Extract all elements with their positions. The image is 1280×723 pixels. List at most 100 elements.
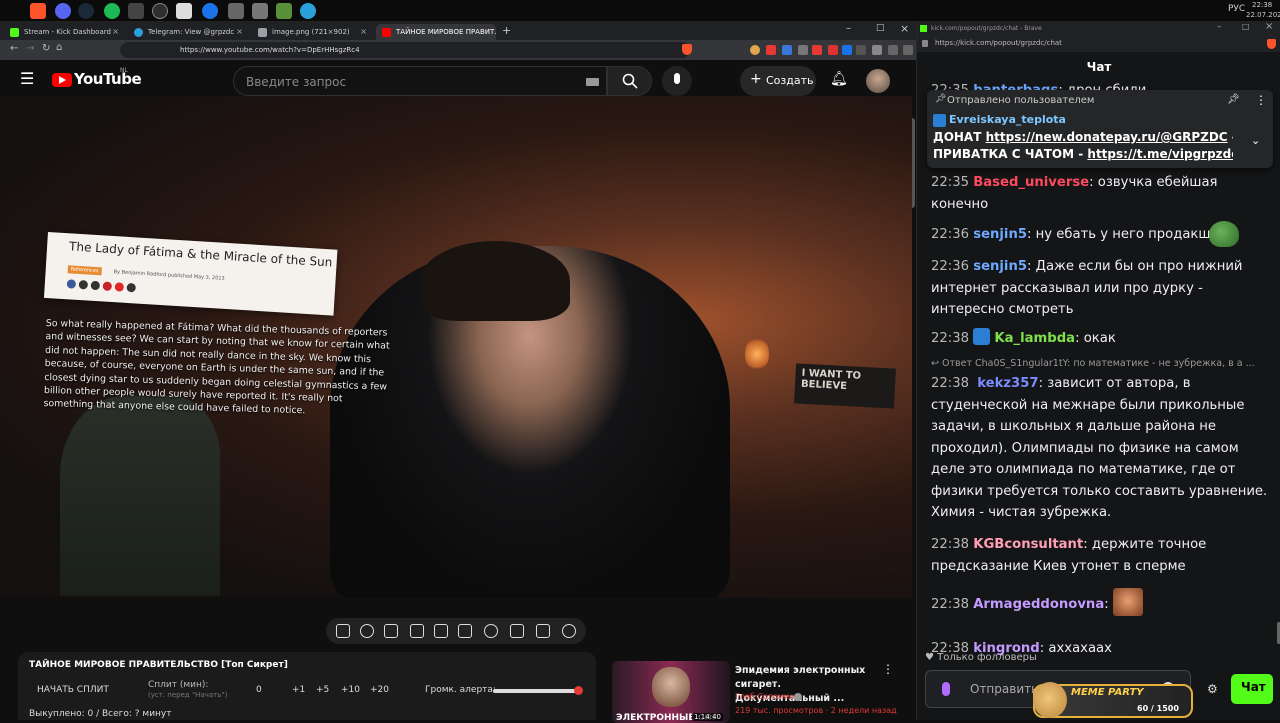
app-icon[interactable]	[276, 3, 292, 19]
more-options-icon[interactable]: ⋮	[882, 662, 894, 676]
tray-clock-date[interactable]: 22.07.2025	[1246, 11, 1280, 19]
video-thumbnail[interactable]: ЭЛЕКТРОННЫЕ СИГ 1:14:40	[612, 661, 730, 723]
loop-icon[interactable]	[336, 624, 350, 638]
donate-link[interactable]: https://new.donatepay.ru/@GRPZDC	[986, 130, 1228, 144]
tab-telegram[interactable]: Telegram: View @grpzdc ×	[128, 24, 248, 40]
extensions-puzzle-icon[interactable]	[872, 45, 882, 55]
app-icon[interactable]	[252, 3, 268, 19]
tab-kick-dashboard[interactable]: Stream - Kick Dashboard ×	[4, 24, 124, 40]
extension-icon[interactable]	[798, 45, 808, 55]
keyboard-icon[interactable]	[586, 78, 599, 86]
increment-10-button[interactable]: +10	[341, 685, 360, 695]
settings-gear-icon[interactable]: ⚙	[1207, 682, 1218, 696]
split-value[interactable]: 0	[256, 685, 262, 695]
pip-icon[interactable]	[510, 624, 524, 638]
chevron-down-icon[interactable]: ⌄	[1251, 134, 1260, 147]
screenshot-camera-icon[interactable]	[536, 624, 550, 638]
message-username[interactable]: Armageddonovna	[973, 597, 1104, 612]
watch-icon[interactable]	[384, 624, 398, 638]
window-close-icon[interactable]: ×	[900, 22, 909, 35]
increment-5-button[interactable]: +5	[316, 685, 329, 695]
pinned-message[interactable]: 📌︎ Отправлено пользователем 📌︎ ⋮ Evreisk…	[927, 90, 1273, 168]
kick-url-bar[interactable]: https://kick.com/popout/grpzdc/chat	[917, 36, 1280, 52]
speed-icon[interactable]	[484, 624, 498, 638]
discord-icon[interactable]	[55, 3, 71, 19]
brave-shield-icon[interactable]	[1267, 39, 1276, 49]
subtitles-icon[interactable]	[458, 624, 472, 638]
extension-icon[interactable]	[842, 45, 852, 55]
maximize-icon[interactable]: □	[876, 23, 885, 33]
minimize-icon[interactable]: –	[846, 23, 851, 34]
menu-icon[interactable]	[903, 45, 913, 55]
wallet-icon[interactable]	[888, 45, 898, 55]
settings-gear-icon[interactable]	[562, 624, 576, 638]
microphone-icon[interactable]	[942, 682, 950, 696]
message-username[interactable]: Ka_lambda	[994, 331, 1075, 346]
increment-20-button[interactable]: +20	[370, 685, 389, 695]
telegram-link[interactable]: https://t.me/vipgrpzdc_b...	[1087, 147, 1233, 161]
close-icon[interactable]: ×	[360, 27, 367, 36]
close-icon[interactable]: ×	[484, 27, 491, 36]
pinned-username[interactable]: Evreiskaya_teplota	[949, 113, 1066, 126]
minimize-icon[interactable]: –	[1217, 22, 1222, 32]
extension-icon[interactable]	[812, 45, 822, 55]
create-button[interactable]: + Создать	[740, 66, 816, 96]
brave-icon[interactable]	[30, 3, 46, 19]
channel-name[interactable]: Глеб Соломин	[735, 692, 794, 701]
message-username[interactable]: senjin5	[973, 259, 1027, 274]
home-icon[interactable]: ⌂	[56, 42, 62, 53]
video-player[interactable]: I WANT TO BELIEVE The Lady of Fátima & t…	[0, 96, 912, 598]
close-icon[interactable]: ×	[112, 27, 119, 36]
hamburger-menu-icon[interactable]: ☰	[20, 69, 34, 88]
search-input[interactable]: Введите запрос	[233, 66, 607, 96]
message-username[interactable]: KGBconsultant	[973, 537, 1083, 552]
close-icon[interactable]: ×	[236, 27, 243, 36]
voice-search-button[interactable]	[662, 66, 692, 96]
reply-preview[interactable]: ↩ Ответ Cha0S_S1ngular1tY: по математике…	[931, 358, 1267, 369]
fullscreen-icon[interactable]	[434, 624, 448, 638]
tab-image[interactable]: image.png (721×902) ×	[252, 24, 372, 40]
extension-icon[interactable]	[782, 45, 792, 55]
url-input[interactable]: https://www.youtube.com/watch?v=DpErHHsg…	[120, 42, 690, 58]
tab-youtube-video[interactable]: ТАЙНОЕ МИРОВОЕ ПРАВИТ... ×	[376, 24, 496, 40]
new-tab-plus-icon[interactable]: +	[502, 24, 511, 37]
telegram-icon[interactable]	[300, 3, 316, 19]
recommended-video[interactable]: ЭЛЕКТРОННЫЕ СИГ 1:14:40 Эпидемия электро…	[612, 658, 912, 723]
followers-only-label: Только фолловеры	[937, 652, 1037, 663]
maximize-icon[interactable]: □	[1242, 22, 1250, 31]
broadcast-icon[interactable]	[360, 624, 374, 638]
forward-arrow-icon[interactable]: →	[26, 43, 34, 54]
meme-party-widget[interactable]: MEME PARTY 60 / 1500	[1033, 682, 1193, 718]
message-username[interactable]: Based_universe	[973, 175, 1089, 190]
extension-icon[interactable]	[766, 45, 776, 55]
tray-clock-time[interactable]: 22:38	[1252, 1, 1272, 9]
obs-icon[interactable]	[152, 3, 168, 19]
extension-icon[interactable]	[750, 45, 760, 55]
clip-icon[interactable]	[410, 624, 424, 638]
app-icon[interactable]	[228, 3, 244, 19]
notifications-bell-icon[interactable]: 🔔︎	[830, 71, 848, 87]
app-icon[interactable]	[128, 3, 144, 19]
message-username[interactable]: senjin5	[973, 227, 1027, 242]
extension-icon[interactable]	[856, 45, 866, 55]
alert-volume-slider[interactable]	[493, 689, 581, 693]
alert-volume-slider-knob[interactable]	[573, 686, 583, 695]
back-arrow-icon[interactable]: ←	[10, 43, 18, 54]
more-options-icon[interactable]: ⋮	[1255, 93, 1267, 107]
app-icon[interactable]	[202, 3, 218, 19]
window-close-icon[interactable]: ×	[1265, 21, 1273, 32]
extension-icon[interactable]	[828, 45, 838, 55]
start-split-button[interactable]: НАЧАТЬ СПЛИТ	[37, 685, 109, 695]
message-username[interactable]: kekz357	[973, 376, 1038, 391]
unpin-icon[interactable]: 📌︎	[1227, 94, 1240, 105]
search-button[interactable]	[607, 66, 652, 96]
tray-lang[interactable]: РУС	[1228, 4, 1245, 14]
increment-1-button[interactable]: +1	[292, 685, 305, 695]
chat-send-button[interactable]: Чат	[1231, 674, 1273, 704]
steam-icon[interactable]	[78, 3, 94, 19]
avatar[interactable]	[866, 69, 890, 93]
reload-icon[interactable]: ↻	[42, 43, 50, 54]
spotify-icon[interactable]	[104, 3, 120, 19]
brave-shield-icon[interactable]	[682, 44, 692, 55]
app-icon[interactable]	[176, 3, 192, 19]
